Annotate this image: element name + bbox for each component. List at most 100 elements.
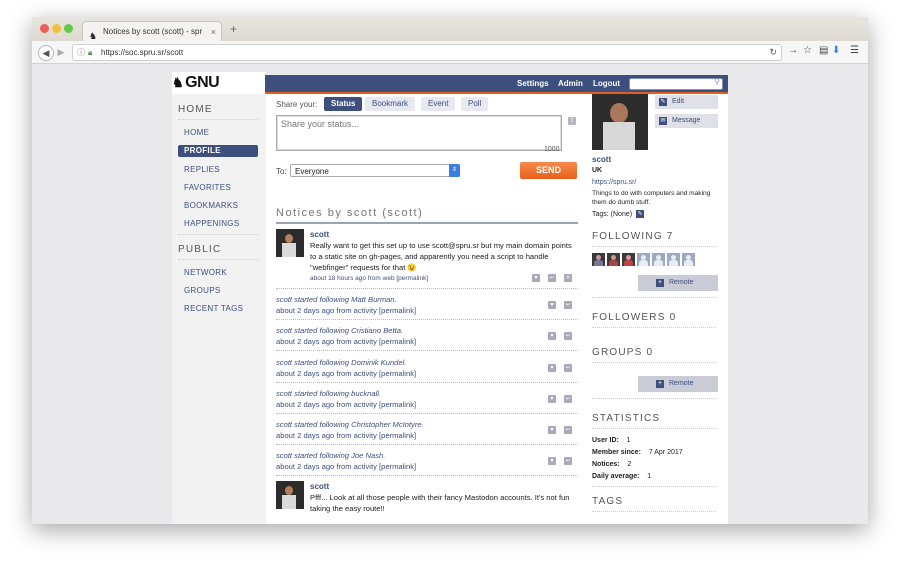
nav-item-recent-tags[interactable]: RECENT TAGS xyxy=(178,303,258,315)
divider xyxy=(592,511,716,512)
followers-heading[interactable]: FOLLOWERS 0 xyxy=(592,312,676,323)
reply-icon[interactable]: ↩ xyxy=(564,395,572,403)
message-button[interactable]: ✉ Message xyxy=(655,114,718,128)
following-avatar[interactable] xyxy=(652,253,665,266)
gnu-logo-icon: ♞ xyxy=(172,75,184,90)
nav-item-happenings[interactable]: HAPPENINGS xyxy=(178,218,258,230)
heading-rule xyxy=(276,222,578,224)
following-avatar[interactable] xyxy=(682,253,695,266)
nav-item-network[interactable]: NETWORK xyxy=(178,267,258,279)
follow-notice-meta[interactable]: about 2 days ago from activity [permalin… xyxy=(276,337,416,346)
menu-icon[interactable]: ☰ xyxy=(850,45,859,56)
favorite-icon[interactable]: ♥ xyxy=(548,364,556,372)
nav-item-bookmarks[interactable]: BOOKMARKS xyxy=(178,200,258,212)
following-avatar[interactable] xyxy=(592,253,605,266)
avatar[interactable] xyxy=(276,229,304,257)
tab-status[interactable]: Status xyxy=(324,97,363,111)
site-logo[interactable]: ♞GNU social xyxy=(172,72,265,113)
attach-icon[interactable]: ⇪ xyxy=(568,117,576,125)
favorite-icon[interactable]: ♥ xyxy=(548,395,556,403)
stat-label: Notices: xyxy=(592,461,620,468)
edit-label: Edit xyxy=(672,98,685,105)
audience-select[interactable]: Everyone ⇕ xyxy=(290,164,460,177)
nav-admin[interactable]: Admin xyxy=(558,75,583,92)
favorite-icon[interactable]: ♥ xyxy=(532,274,540,282)
search-icon[interactable]: → xyxy=(788,45,798,56)
following-heading[interactable]: FOLLOWING 7 xyxy=(592,231,674,242)
header-search-input[interactable]: ⚲ xyxy=(629,77,723,90)
close-tab-icon[interactable]: × xyxy=(211,22,216,42)
back-icon[interactable]: ◀ xyxy=(38,45,54,61)
reply-icon[interactable]: ↩ xyxy=(564,332,572,340)
nav-logout[interactable]: Logout xyxy=(593,75,620,92)
close-window-button[interactable] xyxy=(40,24,49,33)
notice-author[interactable]: scott xyxy=(310,482,329,491)
edit-tags-icon[interactable]: ✎ xyxy=(636,210,645,218)
forward-icon[interactable]: ▶ xyxy=(54,45,68,59)
following-avatar[interactable] xyxy=(667,253,680,266)
follow-notice-meta[interactable]: about 2 days ago from activity [permalin… xyxy=(276,462,416,471)
browser-tab[interactable]: ♞ Notices by scott (scott) - spr​ × xyxy=(82,21,222,42)
follow-notice-meta[interactable]: about 2 days ago from activity [permalin… xyxy=(276,400,416,409)
nav-item-replies[interactable]: REPLIES xyxy=(178,164,258,176)
following-avatar[interactable] xyxy=(607,253,620,266)
following-avatar[interactable] xyxy=(622,253,635,266)
tab-poll[interactable]: Poll xyxy=(461,97,489,111)
zoom-window-button[interactable] xyxy=(64,24,73,33)
notices-heading: Notices by scott (scott) xyxy=(276,207,424,219)
notice-author[interactable]: scott xyxy=(310,230,329,239)
nav-item-profile[interactable]: PROFILE xyxy=(178,145,258,157)
tab-bookmark[interactable]: Bookmark xyxy=(365,97,416,111)
profile-avatar[interactable] xyxy=(592,94,648,150)
minimize-window-button[interactable] xyxy=(52,24,61,33)
favorite-icon[interactable]: ♥ xyxy=(548,301,556,309)
profile-url[interactable]: https://spru.sr/ xyxy=(592,179,636,186)
favorite-icon[interactable]: ♥ xyxy=(548,332,556,340)
info-icon[interactable]: ⓘ xyxy=(77,45,85,60)
follow-notice-meta[interactable]: about 2 days ago from activity [permalin… xyxy=(276,306,416,315)
tab-title: Notices by scott (scott) - spr​ xyxy=(103,27,203,36)
message-label: Message xyxy=(672,117,701,124)
divider xyxy=(178,259,258,260)
download-icon[interactable]: ⬇ xyxy=(832,45,840,56)
reader-icon[interactable]: ▤ xyxy=(819,45,828,56)
nav-item-favorites[interactable]: FAVORITES xyxy=(178,182,258,194)
remote-follow-button[interactable]: + Remote xyxy=(638,275,718,291)
follow-notice-meta[interactable]: about 2 days ago from activity [permalin… xyxy=(276,369,416,378)
reply-icon[interactable]: ↩ xyxy=(564,364,572,372)
avatar[interactable] xyxy=(276,481,304,509)
notice-text: Really want to get this set up to use sc… xyxy=(310,241,572,272)
follow-notice-meta[interactable]: about 2 days ago from activity [permalin… xyxy=(276,431,416,440)
new-tab-button[interactable]: + xyxy=(230,22,237,36)
nav-item-home[interactable]: HOME xyxy=(178,127,258,139)
star-icon[interactable]: ☆ xyxy=(803,45,812,56)
statistics-heading: STATISTICS xyxy=(592,413,661,424)
favorite-icon[interactable]: ♥ xyxy=(548,457,556,465)
groups-heading[interactable]: GROUPS 0 xyxy=(592,347,653,358)
nav-item-groups[interactable]: GROUPS xyxy=(178,285,258,297)
reply-icon[interactable]: ↩ xyxy=(564,301,572,309)
send-button[interactable]: SEND xyxy=(520,162,577,179)
edit-profile-button[interactable]: ✎ Edit xyxy=(655,95,718,109)
tags-heading: TAGS xyxy=(592,496,624,507)
search-icon[interactable]: ⚲ xyxy=(714,77,720,86)
follow-notice-text: scott started following Christopher McIn… xyxy=(276,420,424,429)
following-avatar[interactable] xyxy=(637,253,650,266)
pencil-icon: ✎ xyxy=(659,98,667,106)
notice-meta[interactable]: about 18 hours ago from web [permalink] xyxy=(310,275,428,282)
status-textarea[interactable]: Share your status... xyxy=(276,115,562,151)
profile-name[interactable]: scott xyxy=(592,155,611,164)
reload-icon[interactable]: ↻ xyxy=(769,45,777,60)
url-field[interactable]: ⓘ 🔒︎ https://soc.spru.sr/scott ↻ xyxy=(72,44,782,61)
reply-icon[interactable]: ↩ xyxy=(564,457,572,465)
remote-join-button[interactable]: + Remote xyxy=(638,376,718,392)
favorite-icon[interactable]: ♥ xyxy=(548,426,556,434)
reply-icon[interactable]: ↩ xyxy=(564,426,572,434)
divider xyxy=(592,246,716,247)
delete-icon[interactable]: ✕ xyxy=(564,274,572,282)
share-label: Share your: xyxy=(276,100,318,109)
divider xyxy=(592,297,716,298)
reply-icon[interactable]: ↩ xyxy=(548,274,556,282)
tab-event[interactable]: Event xyxy=(421,97,456,111)
nav-settings[interactable]: Settings xyxy=(517,75,549,92)
